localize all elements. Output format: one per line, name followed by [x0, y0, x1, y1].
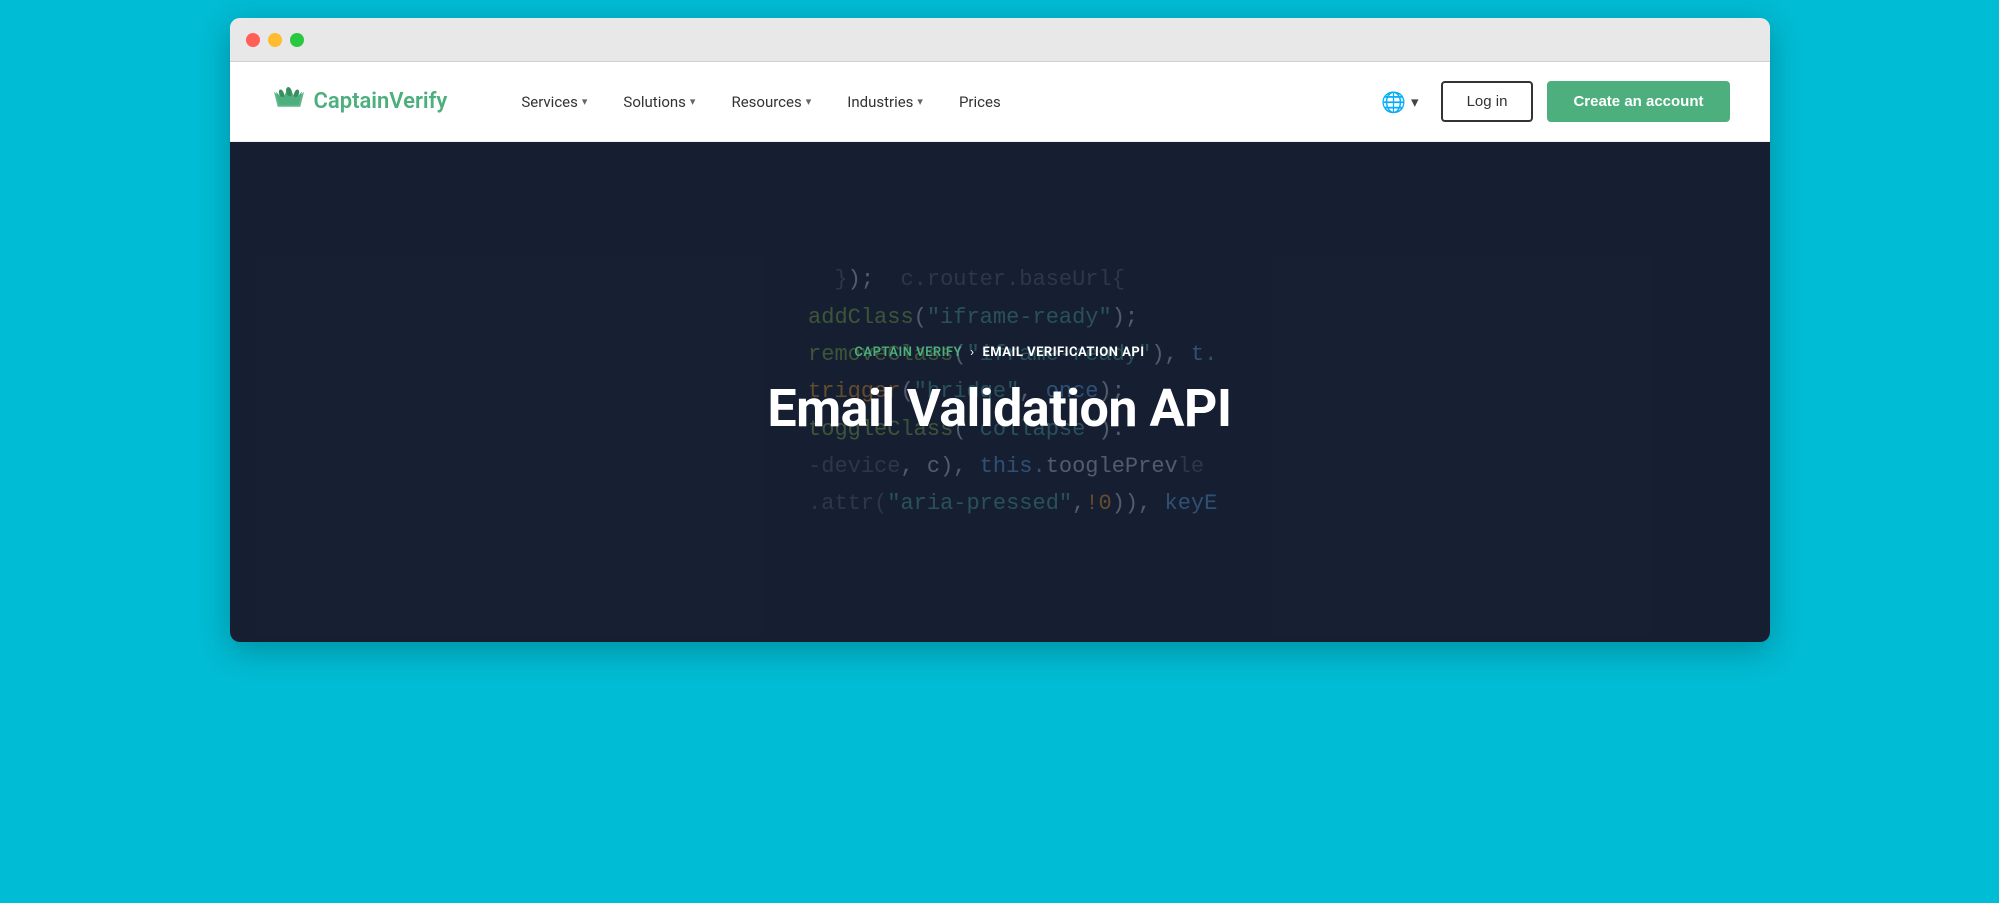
breadcrumb-home[interactable]: CAPTAIN VERIFY — [854, 345, 962, 360]
traffic-light-yellow[interactable] — [268, 33, 282, 47]
logo[interactable]: CaptainVerify — [270, 86, 448, 118]
browser-window: CaptainVerify Services ▾ Solutions ▾ Res… — [230, 18, 1770, 642]
create-account-button[interactable]: Create an account — [1547, 81, 1729, 122]
nav-item-industries[interactable]: Industries ▾ — [833, 85, 937, 119]
nav-item-prices[interactable]: Prices — [945, 85, 1015, 119]
chevron-icon: ▾ — [690, 95, 696, 108]
traffic-lights — [246, 33, 304, 47]
browser-chrome — [230, 18, 1770, 62]
lang-chevron: ▾ — [1411, 93, 1419, 111]
logo-icon — [270, 86, 308, 118]
chevron-icon: ▾ — [917, 95, 923, 108]
breadcrumb: CAPTAIN VERIFY › EMAIL VERIFICATION API — [767, 345, 1231, 360]
nav-item-services[interactable]: Services ▾ — [507, 85, 601, 119]
logo-text: CaptainVerify — [314, 89, 448, 114]
hero-section: }); c.router.baseUrl{ addClass("iframe-r… — [230, 142, 1770, 642]
traffic-light-green[interactable] — [290, 33, 304, 47]
page-title: Email Validation API — [767, 378, 1231, 439]
nav-actions: 🌐 ▾ Log in Create an account — [1373, 81, 1729, 122]
chevron-icon: ▾ — [806, 95, 812, 108]
breadcrumb-current: EMAIL VERIFICATION API — [982, 345, 1144, 360]
hero-content: CAPTAIN VERIFY › EMAIL VERIFICATION API … — [767, 345, 1231, 439]
nav-item-solutions[interactable]: Solutions ▾ — [609, 85, 709, 119]
nav-links: Services ▾ Solutions ▾ Resources ▾ Indus… — [507, 85, 1373, 119]
chevron-icon: ▾ — [582, 95, 588, 108]
login-button[interactable]: Log in — [1441, 81, 1534, 122]
globe-icon: 🌐 — [1381, 90, 1406, 114]
traffic-light-red[interactable] — [246, 33, 260, 47]
language-selector[interactable]: 🌐 ▾ — [1373, 84, 1426, 120]
nav-item-resources[interactable]: Resources ▾ — [717, 85, 825, 119]
breadcrumb-separator: › — [970, 345, 974, 360]
navbar: CaptainVerify Services ▾ Solutions ▾ Res… — [230, 62, 1770, 142]
